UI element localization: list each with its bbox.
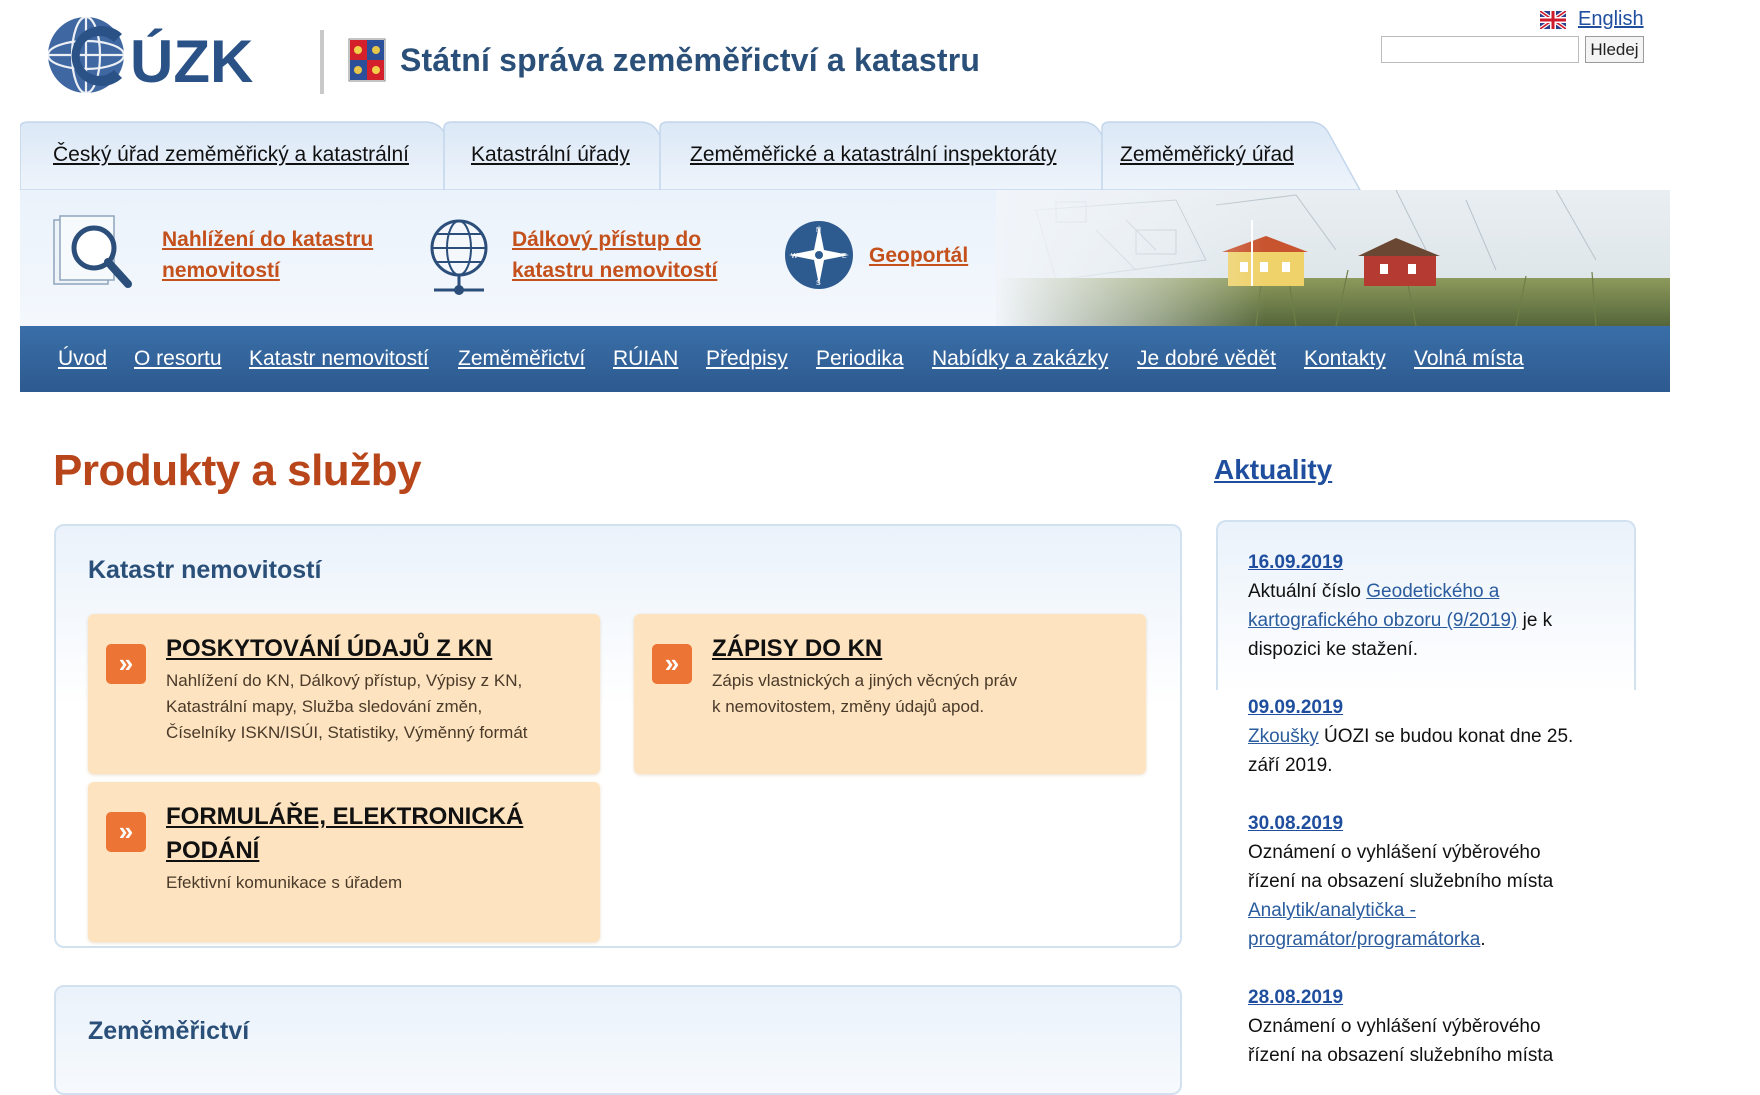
svg-text:E: E bbox=[842, 253, 847, 260]
quick-link-dalkovy-pristup-label[interactable]: Dálkový přístup do katastru nemovitostí bbox=[512, 224, 717, 286]
news-item: 16.09.2019 Aktuální číslo Geodetického a… bbox=[1248, 548, 1608, 664]
double-chevron-icon: » bbox=[106, 644, 146, 684]
nav-periodika[interactable]: Periodika bbox=[816, 326, 904, 392]
news-item: 28.08.2019 Oznámení o vyhlášení výběrové… bbox=[1248, 983, 1608, 1070]
site-title: Státní správa zeměměřictví a katastru bbox=[400, 42, 981, 78]
nav-kontakty[interactable]: Kontakty bbox=[1304, 326, 1386, 392]
quick-link-geoportal[interactable]: N S W E Geoportál bbox=[783, 214, 968, 296]
search-input[interactable] bbox=[1381, 36, 1579, 63]
quick-link-nahlizeni-label[interactable]: Nahlížení do katastru nemovitostí bbox=[162, 224, 373, 286]
news-link[interactable]: kartografického obzoru (9/2019) bbox=[1248, 610, 1517, 631]
card-text-formulare: Efektivní komunikace s úřadem bbox=[166, 873, 403, 892]
service-card-formulare[interactable]: » FORMULÁŘE, ELEKTRONICKÁ PODÁNÍ Efektiv… bbox=[88, 782, 600, 942]
nav-zememerictvi[interactable]: Zeměměřictví bbox=[458, 326, 585, 392]
news-link[interactable]: programátor/programátorka bbox=[1248, 929, 1480, 950]
section-katastr-nemovitosti: Katastr nemovitostí » POSKYTOVÁNÍ ÚDAJŮ … bbox=[54, 524, 1182, 948]
news-date-link[interactable]: 30.08.2019 bbox=[1248, 809, 1608, 838]
double-chevron-icon: » bbox=[106, 812, 146, 852]
logo-text: ÚZK bbox=[130, 28, 253, 95]
service-card-poskytovani-udaju[interactable]: » POSKYTOVÁNÍ ÚDAJŮ Z KN Nahlížení do KN… bbox=[88, 614, 600, 774]
magnifier-icon bbox=[53, 215, 132, 288]
news-date-link[interactable]: 16.09.2019 bbox=[1248, 548, 1608, 577]
card-title-formulare[interactable]: FORMULÁŘE, ELEKTRONICKÁ PODÁNÍ bbox=[166, 800, 576, 868]
coat-of-arms-icon bbox=[348, 38, 386, 82]
svg-text:W: W bbox=[791, 253, 798, 260]
quick-link-nahlizeni[interactable]: Nahlížení do katastru nemovitostí bbox=[50, 214, 373, 296]
svg-text:S: S bbox=[816, 280, 821, 287]
header-separator bbox=[320, 30, 324, 94]
svg-text:N: N bbox=[816, 227, 821, 234]
nav-uvod[interactable]: Úvod bbox=[58, 326, 107, 392]
main-navigation: Úvod O resortu Katastr nemovitostí Zeměm… bbox=[20, 326, 1670, 392]
english-link[interactable]: English bbox=[1578, 8, 1644, 31]
news-date-link[interactable]: 28.08.2019 bbox=[1248, 983, 1608, 1012]
compass-icon: N S W E bbox=[785, 221, 853, 289]
nav-predpisy[interactable]: Předpisy bbox=[706, 326, 788, 392]
page-title: Produkty a služby bbox=[53, 446, 422, 495]
card-title-zapisy[interactable]: ZÁPISY DO KN bbox=[712, 632, 1122, 666]
card-text-zapisy: Zápis vlastnických a jiných věcných práv… bbox=[712, 671, 1018, 716]
tab-katastralni-urady[interactable]: Katastrální úřady bbox=[471, 120, 630, 190]
landscape-banner-image bbox=[996, 190, 1670, 326]
nav-volna-mista[interactable]: Volná místa bbox=[1414, 326, 1524, 392]
news-link[interactable]: Zkoušky bbox=[1248, 726, 1319, 747]
double-chevron-icon: » bbox=[652, 644, 692, 684]
news-link[interactable]: Analytik/analytička - bbox=[1248, 900, 1416, 921]
service-card-zapisy-do-kn[interactable]: » ZÁPISY DO KN Zápis vlastnických a jiný… bbox=[634, 614, 1146, 774]
nav-ruian[interactable]: RÚIAN bbox=[613, 326, 678, 392]
quick-link-dalkovy-pristup[interactable]: Dálkový přístup do katastru nemovitostí bbox=[426, 214, 717, 296]
uk-flag-icon bbox=[1540, 10, 1566, 29]
language-switcher[interactable]: English bbox=[1540, 8, 1644, 31]
section-title-zememerictvi: Zeměměřictví bbox=[88, 1017, 250, 1045]
nav-nabidky-a-zakazky[interactable]: Nabídky a zakázky bbox=[932, 326, 1108, 392]
nav-je-dobre-vedet[interactable]: Je dobré vědět bbox=[1137, 326, 1276, 392]
news-date-link[interactable]: 09.09.2019 bbox=[1248, 693, 1608, 722]
tab-inspektoraty[interactable]: Zeměměřické a katastrální inspektoráty bbox=[690, 120, 1056, 190]
tab-cuzk[interactable]: Český úřad zeměměřický a katastrální bbox=[53, 120, 409, 190]
search-button[interactable]: Hledej bbox=[1585, 36, 1644, 63]
cuzk-logo[interactable]: ÚZK bbox=[44, 12, 296, 98]
nav-katastr-nemovitosti[interactable]: Katastr nemovitostí bbox=[249, 326, 429, 392]
card-text-poskytovani: Nahlížení do KN, Dálkový přístup, Výpisy… bbox=[166, 671, 528, 742]
sidebar-title-aktuality[interactable]: Aktuality bbox=[1214, 454, 1332, 486]
section-title-katastr: Katastr nemovitostí bbox=[88, 556, 322, 584]
section-zememerictvi: Zeměměřictví bbox=[54, 985, 1182, 1095]
tab-zememericky-urad[interactable]: Zeměměřický úřad bbox=[1120, 120, 1294, 190]
news-item: 09.09.2019 Zkoušky ÚOZI se budou konat d… bbox=[1248, 693, 1608, 780]
news-link[interactable]: Geodetického a bbox=[1366, 581, 1499, 602]
card-title-poskytovani[interactable]: POSKYTOVÁNÍ ÚDAJŮ Z KN bbox=[166, 632, 576, 666]
quick-link-geoportal-label[interactable]: Geoportál bbox=[869, 240, 968, 271]
news-item: 30.08.2019 Oznámení o vyhlášení výběrové… bbox=[1248, 809, 1608, 954]
nav-o-resortu[interactable]: O resortu bbox=[134, 326, 222, 392]
globe-icon bbox=[430, 219, 488, 295]
